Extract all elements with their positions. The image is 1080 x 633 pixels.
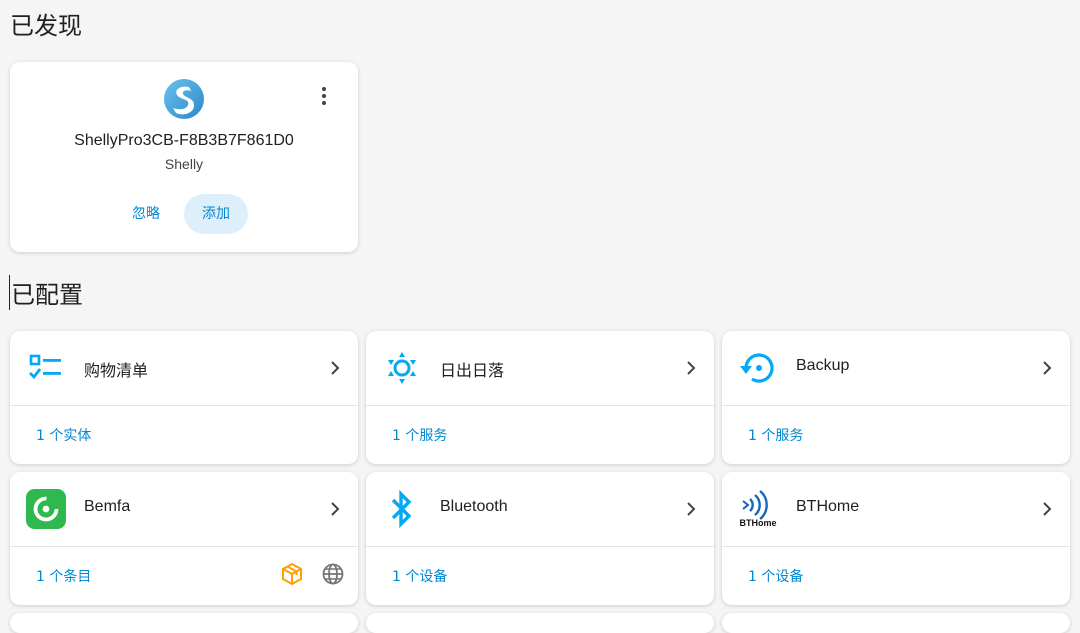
integration-footer-link[interactable]: 1 个设备 xyxy=(392,566,447,586)
integration-card-shopping-list: 购物清单 1 个实体 xyxy=(10,331,358,464)
chevron-right-icon xyxy=(680,357,702,379)
integration-card-partial[interactable] xyxy=(10,613,358,633)
discovered-device-card: ShellyPro3CB-F8B3B7F861D0 Shelly 忽略 添加 xyxy=(10,62,358,252)
integration-card-partial[interactable] xyxy=(722,613,1070,633)
card-divider xyxy=(10,546,358,547)
integration-name: Bluetooth xyxy=(440,498,508,515)
integration-footer-link[interactable]: 1 个服务 xyxy=(748,425,803,445)
bthome-logo-text: BTHome xyxy=(739,518,777,528)
configured-section-title: 已配置 xyxy=(9,275,83,310)
integration-header[interactable]: Bemfa xyxy=(10,472,358,546)
bthome-logo-icon: BTHome xyxy=(738,489,778,529)
ignore-button[interactable]: 忽略 xyxy=(118,194,174,234)
cloud-globe-icon[interactable] xyxy=(321,562,345,586)
card-divider xyxy=(10,405,358,406)
bluetooth-icon xyxy=(382,489,422,529)
integration-header[interactable]: 购物清单 xyxy=(10,331,358,405)
card-divider xyxy=(722,546,1070,547)
integration-footer-link[interactable]: 1 个条目 xyxy=(36,566,91,586)
integration-card-sun: 日出日落 1 个服务 xyxy=(366,331,714,464)
integration-card-bluetooth: Bluetooth 1 个设备 xyxy=(366,472,714,605)
chevron-right-icon xyxy=(324,498,346,520)
integration-footer-link[interactable]: 1 个设备 xyxy=(748,566,803,586)
integration-header[interactable]: 日出日落 xyxy=(366,331,714,405)
more-options-icon[interactable] xyxy=(312,84,336,108)
integration-name: BTHome xyxy=(796,498,860,515)
integration-card-partial[interactable] xyxy=(366,613,714,633)
integration-name: 日出日落 xyxy=(440,361,505,380)
chevron-right-icon xyxy=(324,357,346,379)
integration-name: 购物清单 xyxy=(84,361,149,380)
bemfa-logo-icon xyxy=(26,489,66,529)
shopping-list-icon xyxy=(26,348,66,388)
discovered-section-title: 已发现 xyxy=(10,12,82,40)
integration-card-bthome: BTHome BTHome 1 个设备 xyxy=(722,472,1070,605)
card-divider xyxy=(366,546,714,547)
card-divider xyxy=(366,405,714,406)
integration-name: Bemfa xyxy=(84,498,131,515)
device-brand: Shelly xyxy=(164,156,204,172)
integration-card-bemfa: Bemfa 1 个条目 xyxy=(10,472,358,605)
integration-header[interactable]: Backup xyxy=(722,331,1070,405)
integration-name: Backup xyxy=(796,357,850,374)
device-name: ShellyPro3CB-F8B3B7F861D0 xyxy=(74,132,294,149)
chevron-right-icon xyxy=(1036,357,1058,379)
shelly-logo-icon xyxy=(163,78,205,120)
card-divider xyxy=(722,405,1070,406)
backup-restore-icon xyxy=(738,348,778,388)
chevron-right-icon xyxy=(680,498,702,520)
integration-header[interactable]: Bluetooth xyxy=(366,472,714,546)
sun-icon xyxy=(382,348,422,388)
integration-card-backup: Backup 1 个服务 xyxy=(722,331,1070,464)
integration-header[interactable]: BTHome BTHome xyxy=(722,472,1070,546)
integration-footer-link[interactable]: 1 个服务 xyxy=(392,425,447,445)
add-button[interactable]: 添加 xyxy=(184,194,248,234)
chevron-right-icon xyxy=(1036,498,1058,520)
integration-footer-link[interactable]: 1 个实体 xyxy=(36,425,91,445)
custom-integration-icon[interactable] xyxy=(280,562,304,586)
